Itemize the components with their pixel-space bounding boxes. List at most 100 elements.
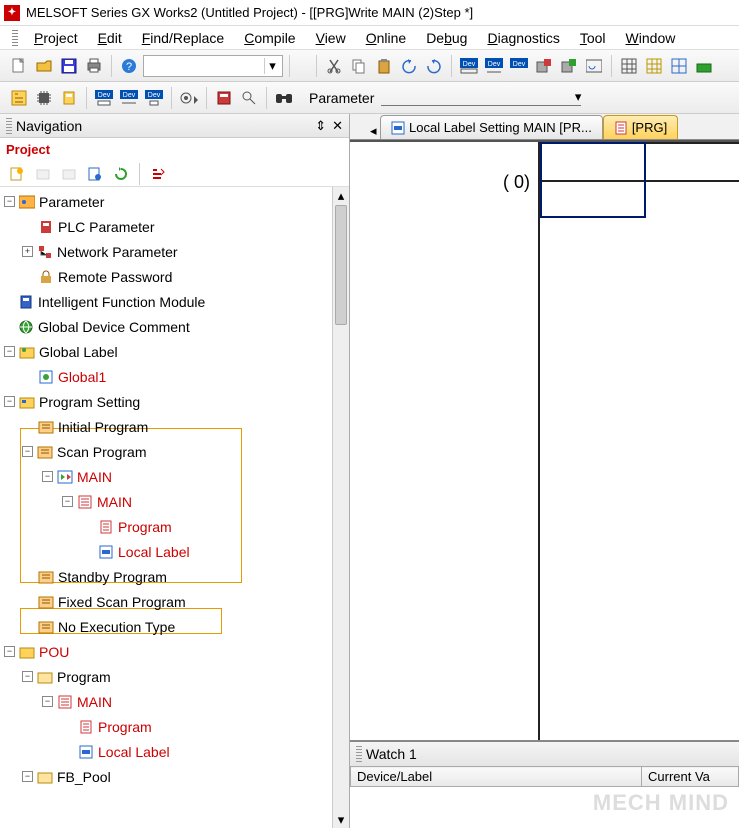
nav-mini-toolbar [0,161,349,187]
nav-refresh-btn[interactable] [110,163,132,185]
expander-icon[interactable]: − [42,471,53,482]
expander-icon[interactable]: − [4,396,15,407]
tree-no-exec[interactable]: No Execution Type [0,614,349,639]
new-button[interactable] [8,55,30,77]
watch-col-device[interactable]: Device/Label [351,767,642,787]
tree-btn-1[interactable] [8,87,30,109]
menu-online[interactable]: Online [356,28,416,48]
grid-button-1[interactable] [618,55,640,77]
right-toolbar-btn[interactable] [693,55,715,77]
nav-new-btn[interactable] [6,163,28,185]
tree-scan-main-sub[interactable]: − MAIN [0,489,349,514]
print-button[interactable] [83,55,105,77]
watch-col-current-value[interactable]: Current Va [642,767,739,787]
expander-icon[interactable]: − [4,196,15,207]
monitor-start-button[interactable] [533,55,555,77]
tree-pou-program-leaf[interactable]: Program [0,714,349,739]
param-button[interactable] [213,87,235,109]
vertical-scrollbar[interactable]: ▴ ▾ [332,187,349,828]
tree-plc-parameter[interactable]: PLC Parameter [0,214,349,239]
tree-remote-password[interactable]: Remote Password [0,264,349,289]
tree-ifm[interactable]: Intelligent Function Module [0,289,349,314]
scroll-thumb[interactable] [335,205,347,325]
menu-diagnostics[interactable]: Diagnostics [477,28,569,48]
close-icon[interactable]: ✕ [332,118,343,134]
tab-local-label-setting[interactable]: Local Label Setting MAIN [PR... [380,115,603,139]
param-label: Parameter [309,90,374,106]
tree-standby-program[interactable]: Standby Program [0,564,349,589]
tree-scan-program[interactable]: − Scan Program [0,439,349,464]
grid-button-2[interactable] [643,55,665,77]
chip-button[interactable] [33,87,55,109]
monitor-stop-button[interactable] [558,55,580,77]
binoculars-icon[interactable] [273,87,295,109]
param-search[interactable] [238,87,260,109]
expander-icon[interactable]: − [4,346,15,357]
menu-find[interactable]: Find/Replace [132,28,235,48]
nav-btn-2[interactable] [32,163,54,185]
dev-button-1[interactable]: Dev [458,55,480,77]
chevron-down-icon[interactable]: ▾ [575,89,582,105]
dev-tool-3[interactable]: Dev [143,87,165,109]
tree-scan-main[interactable]: − MAIN [0,464,349,489]
menu-edit[interactable]: Edit [88,28,132,48]
redo-button[interactable] [423,55,445,77]
tree-initial-program[interactable]: Initial Program [0,414,349,439]
menu-debug[interactable]: Debug [416,28,477,48]
watch-table[interactable]: Device/Label Current Va [350,766,739,787]
expander-icon[interactable]: − [4,646,15,657]
fb-button[interactable] [58,87,80,109]
paste-button[interactable] [373,55,395,77]
expander-icon[interactable]: − [42,696,53,707]
menu-compile[interactable]: Compile [234,28,305,48]
expander-icon[interactable]: − [62,496,73,507]
tree-scan-program-leaf[interactable]: Program [0,514,349,539]
menu-window[interactable]: Window [616,28,686,48]
tree-gdc[interactable]: Global Device Comment [0,314,349,339]
scroll-up-icon[interactable]: ▴ [333,187,349,204]
help-button[interactable]: ? [118,55,140,77]
tree-global-label[interactable]: − Global Label [0,339,349,364]
search-combo[interactable]: ▾ [143,55,283,77]
tree-pou-local-label[interactable]: Local Label [0,739,349,764]
nav-collapse-btn[interactable] [147,163,169,185]
tree-fb-pool[interactable]: − FB_Pool [0,764,349,789]
watch-toggle[interactable] [178,87,200,109]
save-button[interactable] [58,55,80,77]
tree-pou-main[interactable]: − MAIN [0,689,349,714]
grid-button-3[interactable] [668,55,690,77]
nav-btn-3[interactable] [58,163,80,185]
expander-icon[interactable]: + [22,246,33,257]
tree-program-setting[interactable]: − Program Setting [0,389,349,414]
cut-button[interactable] [323,55,345,77]
tree-global1[interactable]: Global1 [0,364,349,389]
program-group-icon [37,593,55,611]
edit-cursor-cell[interactable] [540,142,646,218]
copy-button[interactable] [348,55,370,77]
loop-button[interactable] [583,55,605,77]
project-tree[interactable]: − Parameter PLC Parameter + Network Para… [0,187,349,828]
menu-tool[interactable]: Tool [570,28,616,48]
menu-project[interactable]: Project [24,28,88,48]
dev-button-2[interactable]: Dev [483,55,505,77]
dev-button-3[interactable]: Dev [508,55,530,77]
ladder-editor[interactable]: ( 0) [350,140,739,740]
expander-icon[interactable]: − [22,671,33,682]
tree-scan-local-label[interactable]: Local Label [0,539,349,564]
autohide-pin-icon[interactable]: ⇕ [315,118,326,134]
dev-tool-1[interactable]: Dev [93,87,115,109]
tree-network-parameter[interactable]: + Network Parameter [0,239,349,264]
tree-pou-program[interactable]: − Program [0,664,349,689]
expander-icon[interactable]: − [22,771,33,782]
expander-icon[interactable]: − [22,446,33,457]
open-button[interactable] [33,55,55,77]
undo-button[interactable] [398,55,420,77]
dev-tool-2[interactable]: Dev [118,87,140,109]
tree-pou[interactable]: − POU [0,639,349,664]
tab-prg-write[interactable]: [PRG] [603,115,678,139]
menu-view[interactable]: View [306,28,356,48]
tree-fixed-scan[interactable]: Fixed Scan Program [0,589,349,614]
nav-btn-4[interactable] [84,163,106,185]
scroll-down-icon[interactable]: ▾ [333,811,349,828]
tree-parameter[interactable]: − Parameter [0,189,349,214]
